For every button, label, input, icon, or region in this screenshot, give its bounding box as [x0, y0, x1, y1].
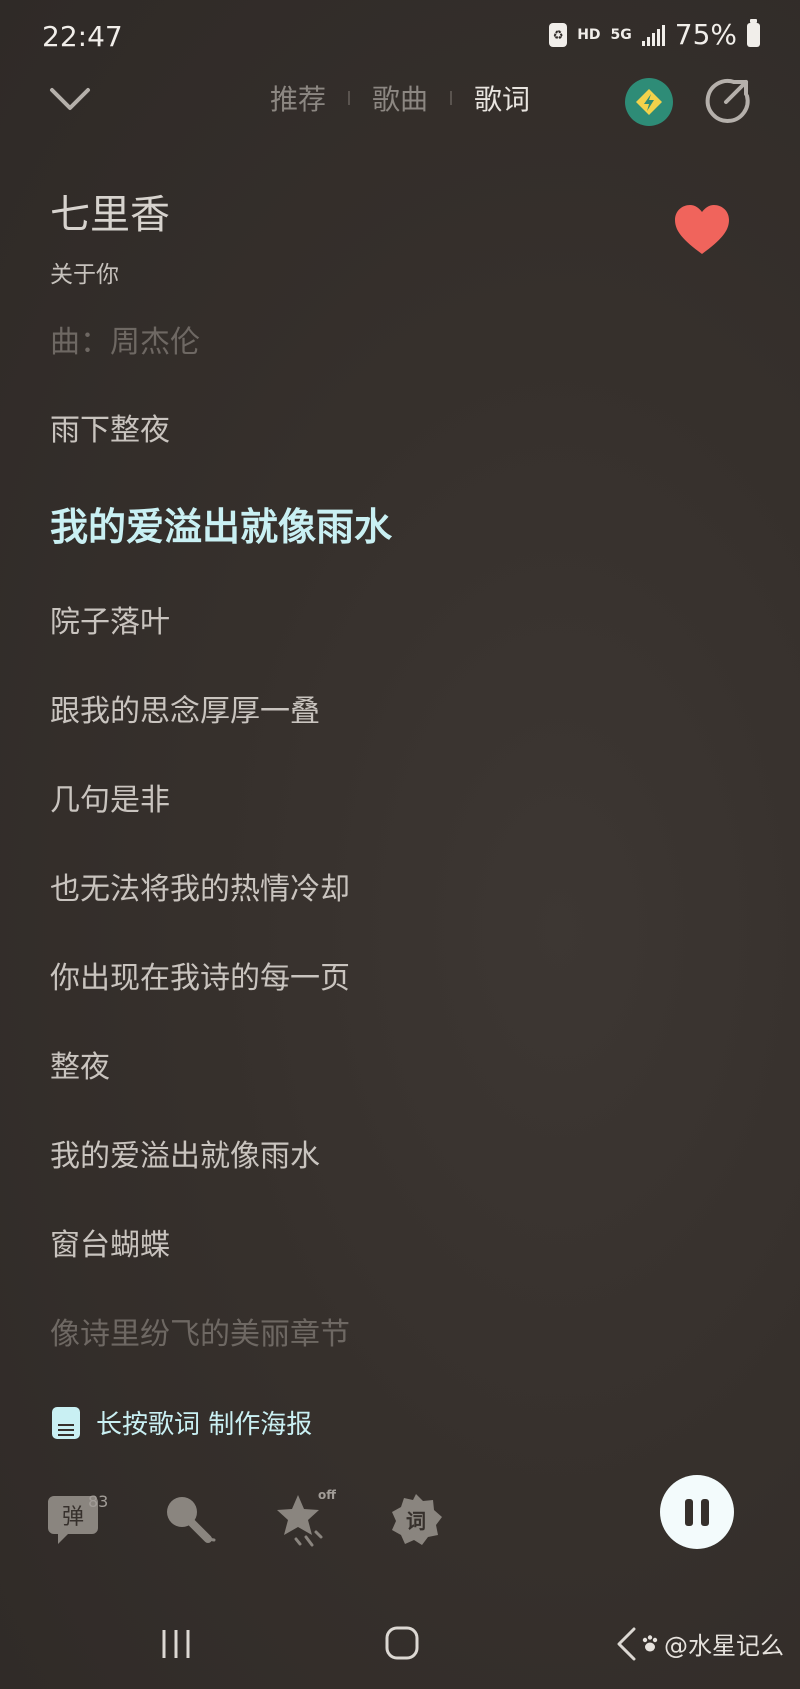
tab-recommend[interactable]: 推荐 [248, 78, 348, 118]
status-icons: ♻ HD 5G 75% [549, 18, 760, 51]
lyric-line[interactable]: 雨下整夜 [50, 405, 170, 449]
battery-saver-icon: ♻ [549, 22, 568, 47]
sound-effect-star-icon[interactable]: off [272, 1487, 336, 1551]
lyric-line[interactable]: 院子落叶 [50, 597, 170, 641]
watermark-text: @水星记么 [664, 1632, 784, 1660]
lyric-line[interactable]: 也无法将我的热情冷却 [50, 864, 350, 908]
status-time: 22:47 [42, 20, 123, 53]
network-indicator: 5G [610, 26, 632, 43]
share-icon[interactable] [704, 76, 752, 124]
header-tabs: 推荐 歌曲 歌词 [0, 78, 800, 118]
watermark: @水星记么 [640, 1626, 784, 1661]
hd-indicator: HD [577, 26, 601, 43]
danmu-label: 弹 [62, 1505, 84, 1530]
make-poster-hint[interactable]: 长按歌词 制作海报 [52, 1404, 312, 1441]
album-name[interactable]: 关于你 [50, 255, 119, 289]
lyric-line[interactable]: 你出现在我诗的每一页 [50, 953, 350, 997]
home-icon[interactable] [384, 1625, 420, 1661]
back-icon[interactable] [614, 1626, 640, 1662]
boost-button[interactable] [625, 78, 673, 126]
lyric-line[interactable]: 整夜 [50, 1042, 110, 1086]
lyric-line[interactable]: 我的爱溢出就像雨水 [50, 1131, 320, 1175]
tab-song[interactable]: 歌曲 [350, 78, 450, 118]
poster-hint-text: 长按歌词 制作海报 [96, 1410, 313, 1440]
effect-state-label: off [318, 1488, 336, 1502]
battery-icon [747, 18, 760, 47]
signal-icon [641, 24, 665, 46]
lyric-line-current[interactable]: 我的爱溢出就像雨水 [50, 496, 392, 551]
pause-button[interactable] [660, 1475, 734, 1549]
lyric-line[interactable]: 曲：周杰伦 [50, 317, 200, 361]
heart-icon[interactable] [673, 204, 731, 256]
recent-apps-icon[interactable] [160, 1628, 196, 1660]
danmu-count-badge: 83 [88, 1492, 109, 1511]
lyric-line[interactable]: 跟我的思念厚厚一叠 [50, 686, 320, 730]
lyric-line[interactable]: 几句是非 [50, 775, 170, 819]
lyric-label: 词 [406, 1509, 426, 1533]
song-title: 七里香 [50, 192, 170, 238]
lyric-settings-icon[interactable]: 词 [388, 1492, 444, 1548]
paw-logo-icon [642, 1634, 658, 1651]
tab-lyrics[interactable]: 歌词 [452, 78, 552, 118]
battery-percent: 75% [674, 18, 737, 51]
poster-icon [52, 1406, 80, 1439]
lyric-line[interactable]: 像诗里纷飞的美丽章节 [50, 1309, 350, 1353]
lyric-line[interactable]: 窗台蝴蝶 [50, 1220, 170, 1264]
lightning-diamond-icon [636, 89, 662, 115]
microphone-icon[interactable] [162, 1492, 218, 1548]
